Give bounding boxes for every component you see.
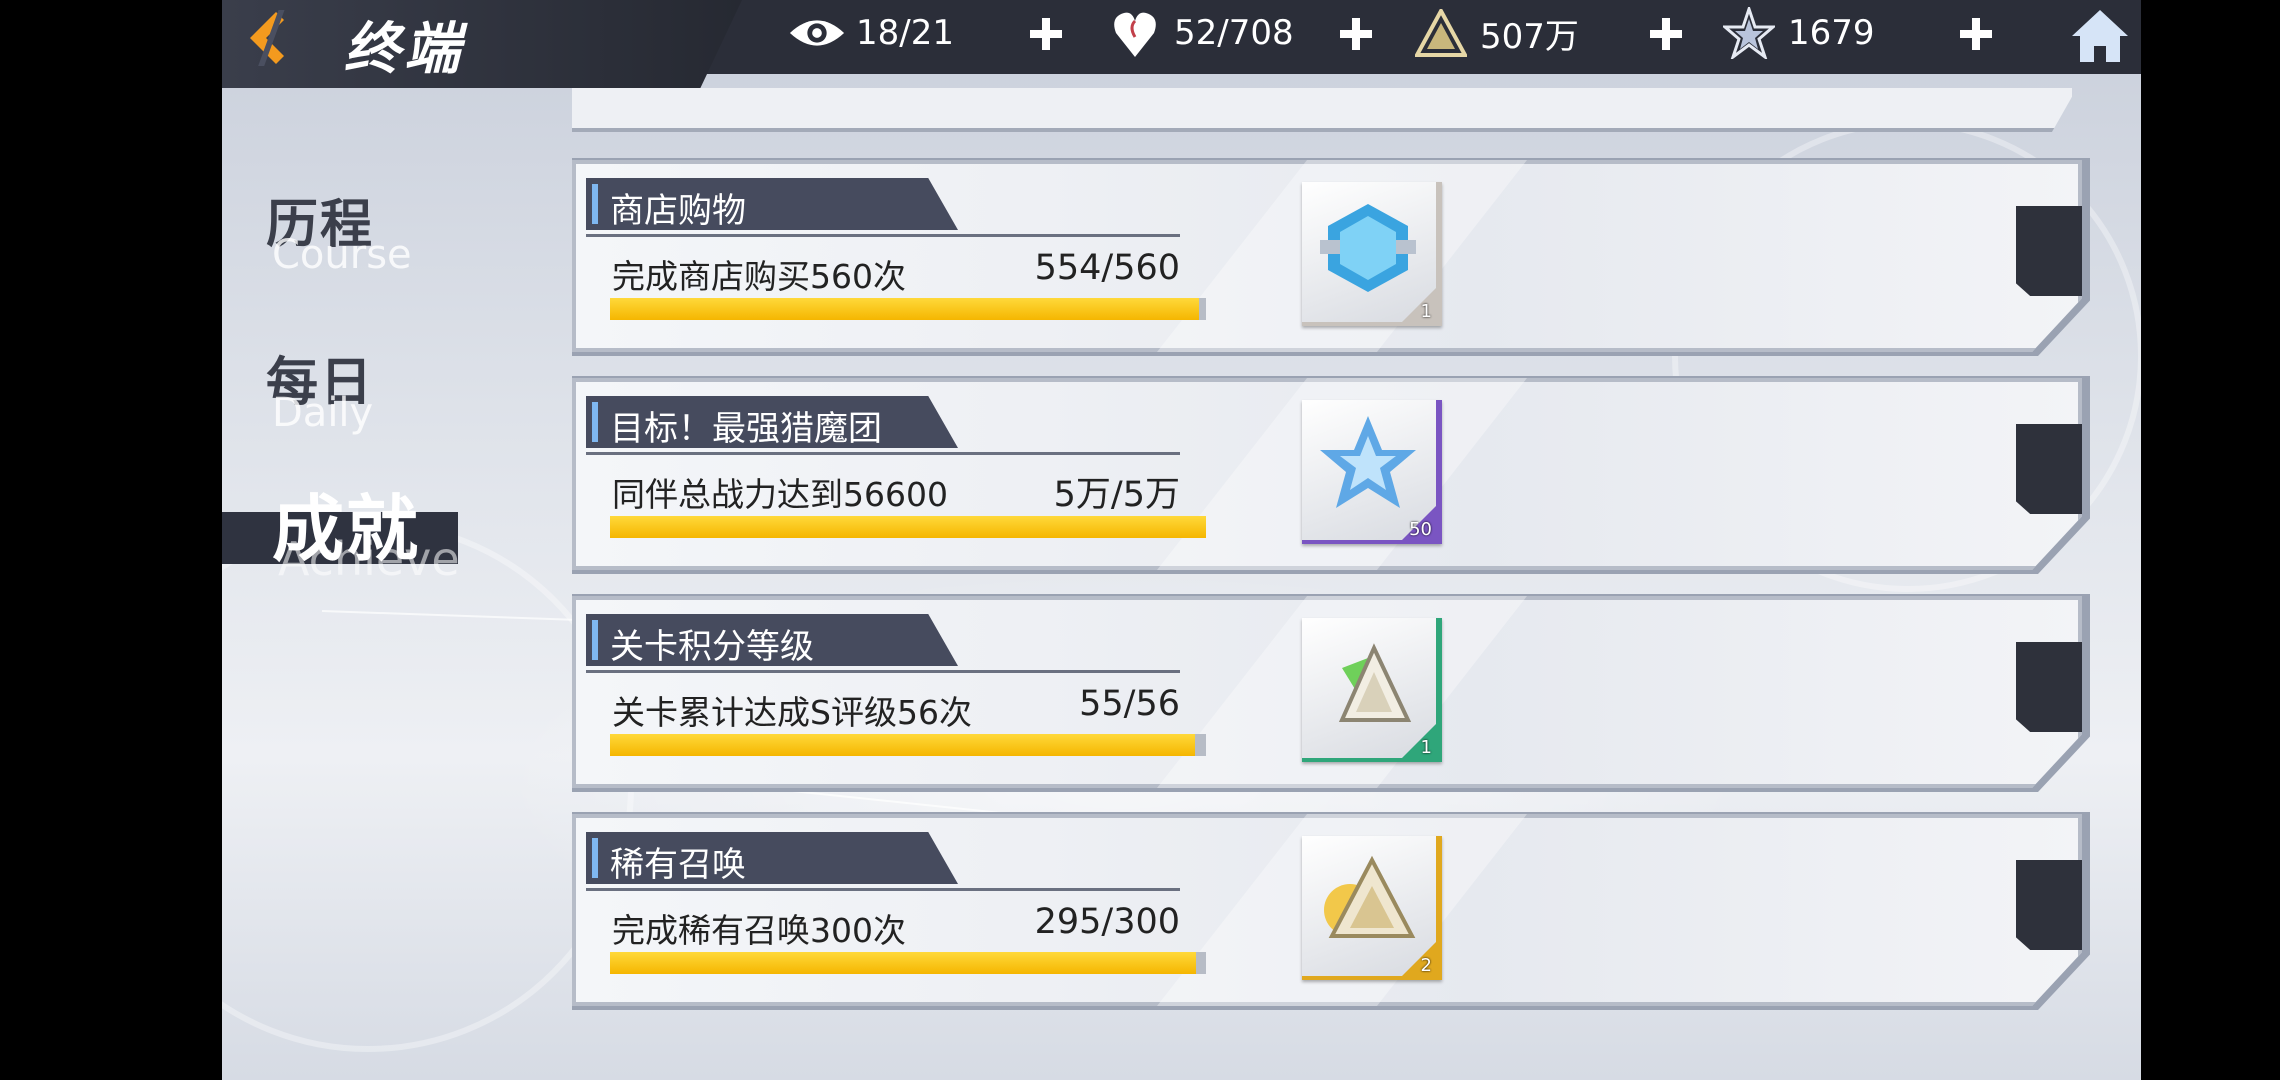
progress-bar bbox=[610, 734, 1206, 756]
task-title: 关卡积分等级 bbox=[610, 627, 814, 667]
task-card: 稀有召唤 完成稀有召唤300次 295/300 2 前往 bbox=[572, 814, 2082, 1006]
progress-bar bbox=[610, 516, 1206, 538]
task-title-bar: 目标！最强猎魔团 bbox=[586, 396, 958, 448]
go-button[interactable]: 前往 bbox=[2016, 860, 2141, 950]
stamina-value: 18/21 bbox=[856, 13, 954, 53]
back-button[interactable] bbox=[240, 6, 296, 70]
task-card: 关卡积分等级 关卡累计达成S评级56次 55/56 1 前往 bbox=[572, 596, 2082, 788]
task-progress-text: 295/300 bbox=[1034, 902, 1180, 942]
task-title: 稀有召唤 bbox=[610, 845, 746, 885]
page-title: 终端 bbox=[344, 17, 464, 82]
tab-achieve[interactable]: 成就 Achieve bbox=[272, 470, 532, 590]
task-title-bar: 商店购物 bbox=[586, 178, 958, 230]
plus-icon bbox=[1340, 18, 1372, 50]
task-card: 目标！最强猎魔团 同伴总战力达到56600 5万/5万 50 前往 bbox=[572, 378, 2082, 570]
task-title-bar: 关卡积分等级 bbox=[586, 614, 958, 666]
reward-count: 1 bbox=[1420, 301, 1432, 322]
task-description: 完成稀有召唤300次 bbox=[612, 911, 906, 950]
reward-item[interactable]: 50 bbox=[1302, 400, 1442, 544]
reward-item[interactable]: 1 bbox=[1302, 618, 1442, 762]
progress-fill bbox=[610, 734, 1195, 756]
title-panel bbox=[222, 0, 742, 88]
reward-count: 1 bbox=[1420, 737, 1432, 758]
title-accent bbox=[592, 620, 598, 660]
game-screen: 终端 18/21 52/708 507万 1679 历程 Course 每日 D… bbox=[222, 0, 2141, 1080]
title-accent bbox=[592, 184, 598, 224]
heart-value: 52/708 bbox=[1174, 13, 1294, 53]
title-underline bbox=[586, 234, 1180, 237]
tab-daily-en: Daily bbox=[272, 390, 374, 436]
reward-count: 50 bbox=[1409, 519, 1432, 540]
eye-icon bbox=[788, 4, 846, 62]
reward-count: 2 bbox=[1420, 955, 1432, 976]
add-stamina-button[interactable] bbox=[1026, 14, 1066, 54]
task-description: 完成商店购买560次 bbox=[612, 257, 906, 296]
tab-course-en: Course bbox=[272, 232, 412, 278]
task-progress-text: 5万/5万 bbox=[1053, 475, 1180, 515]
diamond-value: 1679 bbox=[1788, 13, 1875, 53]
progress-fill bbox=[610, 952, 1196, 974]
add-diamond-button[interactable] bbox=[1956, 14, 1996, 54]
add-gold-button[interactable] bbox=[1646, 14, 1686, 54]
progress-fill bbox=[610, 298, 1199, 320]
gold-value: 507万 bbox=[1480, 16, 1579, 57]
title-accent bbox=[592, 402, 598, 442]
reward-item[interactable]: 1 bbox=[1302, 182, 1442, 326]
title-underline bbox=[586, 670, 1180, 673]
task-description: 同伴总战力达到56600 bbox=[612, 475, 948, 514]
plus-icon bbox=[1960, 18, 1992, 50]
plus-icon bbox=[1030, 18, 1062, 50]
progress-bar bbox=[610, 298, 1206, 320]
task-title-bar: 稀有召唤 bbox=[586, 832, 958, 884]
home-button[interactable] bbox=[2070, 6, 2130, 66]
back-arrow-icon bbox=[250, 10, 285, 66]
task-card-partial bbox=[572, 88, 2072, 132]
title-underline bbox=[586, 888, 1180, 891]
task-description: 关卡累计达成S评级56次 bbox=[612, 693, 972, 732]
triangle-crystal-icon bbox=[1412, 4, 1470, 62]
progress-bar bbox=[610, 952, 1206, 974]
resource-stamina: 18/21 bbox=[788, 0, 954, 66]
tab-course[interactable]: 历程 Course bbox=[266, 182, 466, 282]
top-bar: 终端 18/21 52/708 507万 1679 bbox=[222, 0, 2141, 88]
task-progress-text: 554/560 bbox=[1034, 248, 1180, 288]
tab-achieve-en: Achieve bbox=[278, 532, 460, 586]
plus-icon bbox=[1650, 18, 1682, 50]
resource-heart: 52/708 bbox=[1106, 0, 1294, 66]
title-accent bbox=[592, 838, 598, 878]
task-title: 商店购物 bbox=[610, 191, 746, 231]
task-card: 商店购物 完成商店购买560次 554/560 1 前往 bbox=[572, 160, 2082, 352]
resource-diamond: 1679 bbox=[1720, 0, 1875, 66]
reward-item[interactable]: 2 bbox=[1302, 836, 1442, 980]
task-progress-text: 55/56 bbox=[1079, 684, 1180, 724]
tab-daily[interactable]: 每日 Daily bbox=[266, 340, 466, 440]
star-crystal-icon bbox=[1720, 4, 1778, 62]
home-icon bbox=[2072, 10, 2128, 62]
resource-gold: 507万 bbox=[1412, 0, 1579, 66]
task-title: 目标！最强猎魔团 bbox=[610, 409, 882, 449]
heart-icon bbox=[1106, 4, 1164, 62]
progress-fill bbox=[610, 516, 1206, 538]
go-button[interactable]: 前往 bbox=[2016, 642, 2141, 732]
add-heart-button[interactable] bbox=[1336, 14, 1376, 54]
title-underline bbox=[586, 452, 1180, 455]
